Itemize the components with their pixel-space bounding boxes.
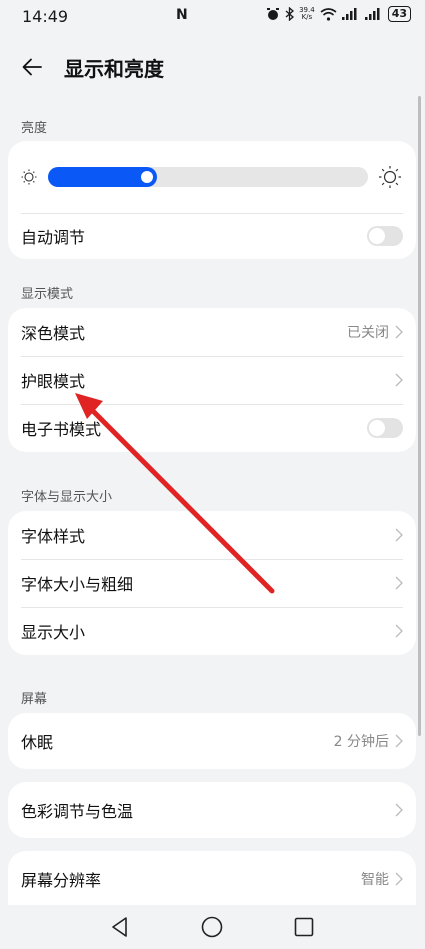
chevron-right-icon: [395, 325, 403, 339]
battery-icon: 43: [387, 6, 411, 22]
signal-icon-2: [364, 8, 380, 20]
sleep-label: 休眠: [21, 733, 54, 752]
page-title: 显示和亮度: [64, 56, 164, 81]
navigation-bar: [0, 905, 425, 949]
display-size-label: 显示大小: [21, 623, 86, 642]
color-temp-label: 色彩调节与色温: [21, 802, 134, 821]
resolution-row[interactable]: 屏幕分辨率 智能: [8, 851, 416, 907]
auto-brightness-row[interactable]: 自动调节: [8, 213, 416, 259]
section-label-brightness: 亮度: [21, 121, 48, 136]
resolution-label: 屏幕分辨率: [21, 871, 102, 890]
brightness-slider-knob[interactable]: [140, 171, 153, 183]
sleep-row[interactable]: 休眠 2 分钟后: [8, 713, 416, 769]
chevron-right-icon: [395, 528, 403, 542]
chevron-right-icon: [395, 576, 403, 590]
eye-comfort-label: 护眼模式: [21, 372, 86, 391]
bluetooth-icon: [285, 7, 295, 21]
font-size-weight-row[interactable]: 字体大小与粗细: [8, 559, 416, 607]
font-size-card: 字体样式 字体大小与粗细 显示大小: [8, 511, 416, 655]
dark-mode-row[interactable]: 深色模式 已关闭: [8, 308, 416, 356]
brightness-slider-row: [8, 141, 416, 213]
eye-comfort-row[interactable]: 护眼模式: [8, 356, 416, 404]
network-speed: 39.4 K/s: [299, 6, 315, 21]
font-style-label: 字体样式: [21, 527, 86, 546]
section-label-display-mode: 显示模式: [21, 287, 74, 302]
chevron-right-icon: [395, 734, 403, 748]
nav-recents-icon[interactable]: [292, 915, 316, 939]
scrollbar[interactable]: [418, 96, 421, 736]
nfc-icon: N: [176, 7, 188, 23]
font-style-row[interactable]: 字体样式: [8, 511, 416, 559]
auto-brightness-toggle[interactable]: [367, 226, 403, 246]
wifi-icon: [320, 7, 337, 21]
brightness-card: 自动调节: [8, 141, 416, 259]
resolution-value: 智能: [361, 872, 389, 888]
nav-back-icon[interactable]: [108, 915, 132, 939]
section-label-screen: 屏幕: [21, 692, 48, 707]
sun-large-icon: [379, 166, 401, 188]
dark-mode-value: 已关闭: [347, 325, 389, 341]
display-mode-card: 深色模式 已关闭 护眼模式 电子书模式: [8, 308, 416, 452]
status-bar: 14:49 N 39.4 K/s 43: [0, 0, 425, 32]
signal-icon-1: [341, 8, 357, 20]
ebook-mode-row[interactable]: 电子书模式: [8, 404, 416, 452]
chevron-right-icon: [395, 872, 403, 886]
display-size-row[interactable]: 显示大小: [8, 607, 416, 655]
brightness-slider[interactable]: [48, 167, 368, 187]
ebook-mode-label: 电子书模式: [21, 420, 102, 439]
color-temp-card: 色彩调节与色温: [8, 782, 416, 838]
color-temp-row[interactable]: 色彩调节与色温: [8, 782, 416, 838]
nav-home-icon[interactable]: [200, 915, 224, 939]
chevron-right-icon: [395, 803, 403, 817]
section-label-font-size: 字体与显示大小: [21, 490, 113, 505]
status-time: 14:49: [22, 6, 69, 26]
alarm-icon: [267, 8, 280, 20]
status-icons: 39.4 K/s 43: [266, 6, 411, 22]
chevron-right-icon: [395, 373, 403, 387]
sleep-value: 2 分钟后: [333, 734, 389, 750]
dark-mode-label: 深色模式: [21, 324, 86, 343]
sleep-card: 休眠 2 分钟后: [8, 713, 416, 769]
back-arrow-icon[interactable]: [20, 55, 44, 79]
auto-brightness-label: 自动调节: [21, 228, 86, 247]
ebook-mode-toggle[interactable]: [367, 418, 403, 438]
chevron-right-icon: [395, 624, 403, 638]
resolution-card: 屏幕分辨率 智能: [8, 851, 416, 907]
sun-small-icon: [21, 169, 37, 185]
page-header: 显示和亮度: [0, 44, 425, 90]
font-size-weight-label: 字体大小与粗细: [21, 575, 134, 594]
